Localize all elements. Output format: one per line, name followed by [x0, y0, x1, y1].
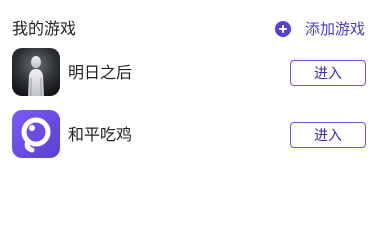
game-name: 和平吃鸡 — [68, 125, 133, 144]
silhouette-game-icon[interactable] — [12, 48, 60, 96]
game-row: 明日之后 进入 — [0, 48, 375, 98]
plus-circle-icon — [274, 21, 291, 37]
add-game-label: 添加游戏 — [304, 20, 365, 38]
game-row: 和平吃鸡 进入 — [0, 110, 375, 160]
enter-button[interactable]: 进入 — [290, 60, 366, 86]
add-game-button[interactable]: 添加游戏 — [274, 18, 365, 40]
pin-ring-game-icon[interactable] — [12, 110, 60, 158]
enter-button[interactable]: 进入 — [290, 122, 366, 148]
section-title: 我的游戏 — [12, 19, 77, 38]
game-name: 明日之后 — [68, 63, 133, 82]
